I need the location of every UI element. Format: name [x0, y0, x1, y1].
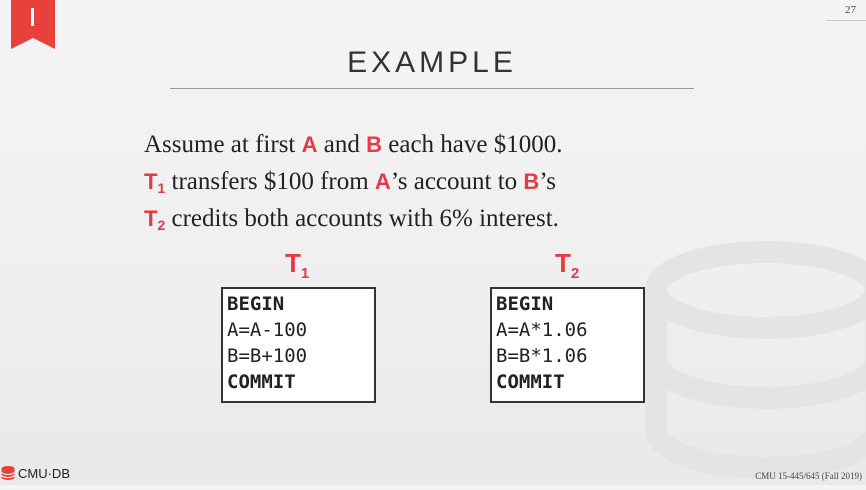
cmu-db-logo: CMU·DB: [0, 465, 70, 481]
code-line: B=B*1.06: [496, 345, 588, 367]
account-a: A: [301, 132, 318, 157]
code-line: COMMIT: [496, 371, 565, 393]
slide-number: 27: [845, 4, 856, 16]
database-logo-icon: [1, 466, 15, 480]
logo-text: CMU·DB: [18, 465, 70, 481]
bullet-list: Assume at first A and B each have $1000.…: [144, 126, 563, 237]
code-line: BEGIN: [496, 293, 554, 315]
slide-title: EXAMPLE: [347, 46, 517, 79]
bullet-text: each have $1000.: [382, 131, 563, 158]
account-b: B: [523, 169, 540, 194]
t1-heading: T1: [285, 248, 310, 282]
code-line: BEGIN: [227, 293, 285, 315]
t2-heading: T2: [555, 248, 580, 282]
code-line: COMMIT: [227, 371, 296, 393]
database-watermark-icon: [645, 241, 866, 479]
transaction-t1-label: T1: [144, 169, 166, 196]
bullet-text: ’s: [539, 168, 556, 195]
bullet-text: ’s account to: [390, 168, 524, 195]
bullet-t1: T1 transfers $100 from A’s account to B’…: [144, 163, 563, 200]
bullet-assume: Assume at first A and B each have $1000.: [144, 126, 563, 163]
code-line: A=A*1.06: [496, 319, 588, 341]
code-line: A=A-100: [227, 319, 308, 341]
bookmark-icon: [11, 0, 55, 49]
corner-divider: [826, 20, 866, 21]
bullet-text: credits both accounts with 6% interest.: [165, 205, 559, 232]
t2-code-box: BEGIN A=A*1.06 B=B*1.06 COMMIT: [490, 287, 645, 403]
t1-code-box: BEGIN A=A-100 B=B+100 COMMIT: [221, 287, 376, 403]
bullet-text: Assume at first: [144, 131, 302, 158]
course-footer: CMU 15-445/645 (Fall 2019): [755, 471, 862, 481]
bullet-text: and: [317, 131, 367, 158]
title-divider: [170, 88, 694, 89]
transaction-t2-label: T2: [144, 206, 166, 233]
account-a: A: [374, 169, 391, 194]
bullet-text: transfers $100 from: [165, 168, 375, 195]
code-line: B=B+100: [227, 345, 308, 367]
bullet-t2: T2 credits both accounts with 6% interes…: [144, 200, 563, 237]
account-b: B: [366, 132, 383, 157]
